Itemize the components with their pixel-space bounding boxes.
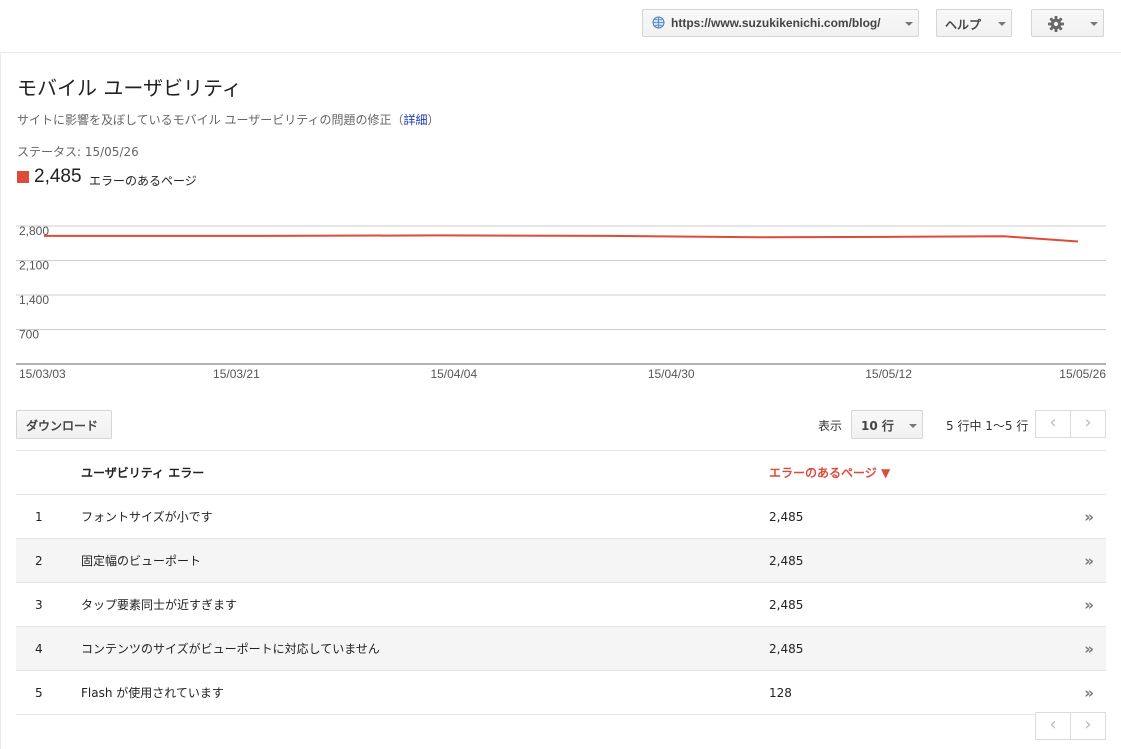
- rows-per-page-value: 10 行: [861, 419, 894, 433]
- x-tick-label: 15/04/04: [430, 367, 477, 381]
- x-tick-label: 15/03/21: [213, 367, 260, 381]
- chevron-right-icon: ›: [1084, 412, 1092, 433]
- x-tick-label: 15/04/30: [648, 367, 695, 381]
- table-row[interactable]: 2 固定幅のビューポート 2,485»: [16, 538, 1106, 583]
- row-pages-count: 128: [768, 670, 1053, 715]
- error-pages-chart: 2,8002,1001,40070015/03/03 15/03/21 15/04/…: [16, 224, 1106, 381]
- next-page-button[interactable]: ›: [1070, 410, 1106, 438]
- col-error-header[interactable]: ユーザビリティ エラー: [80, 450, 768, 495]
- download-button[interactable]: ダウンロード: [16, 410, 112, 439]
- chevron-right-icon: ›: [1084, 714, 1092, 735]
- row-error-name[interactable]: コンテンツのサイズがビューポートに対応していません: [80, 626, 768, 671]
- row-index: 1: [16, 494, 80, 539]
- row-index: 3: [16, 582, 80, 627]
- row-pages-count: 2,485: [768, 582, 1053, 627]
- row-open-chevron-icon[interactable]: »: [1053, 538, 1106, 583]
- col-action-header: [1053, 450, 1106, 495]
- row-pages-count: 2,485: [768, 494, 1053, 539]
- prev-page-button[interactable]: ‹: [1035, 410, 1071, 438]
- y-tick-label: 2,100: [19, 259, 49, 273]
- row-index: 5: [16, 670, 80, 715]
- chevron-left-icon: ‹: [1049, 412, 1057, 433]
- x-tick-label: 15/05/12: [865, 367, 912, 381]
- row-pages-count: 2,485: [768, 626, 1053, 671]
- series-line: [44, 234, 1079, 243]
- chevron-left-icon: ‹: [1049, 714, 1057, 735]
- table-row[interactable]: 5 Flash が使用されています 128»: [16, 670, 1106, 715]
- row-open-chevron-icon[interactable]: »: [1053, 494, 1106, 539]
- x-tick-label: 15/03/03: [19, 367, 66, 381]
- table-row[interactable]: 1 フォントサイズが小です 2,485»: [16, 494, 1106, 539]
- next-page-button-bottom[interactable]: ›: [1070, 712, 1106, 740]
- rows-per-page-select[interactable]: 10 行: [851, 410, 923, 439]
- row-error-name[interactable]: フォントサイズが小です: [80, 494, 768, 539]
- table-row[interactable]: 3 タップ要素同士が近すぎます 2,485»: [16, 582, 1106, 627]
- row-index: 2: [16, 538, 80, 583]
- col-pages-header[interactable]: エラーのあるページ ▼: [768, 450, 1053, 495]
- row-error-name[interactable]: 固定幅のビューポート: [80, 538, 768, 583]
- col-index-header: [16, 450, 80, 495]
- pagination-range: 5 行中 1〜5 行: [946, 419, 1029, 433]
- y-tick-label: 1,400: [19, 293, 49, 307]
- table-row[interactable]: 4 コンテンツのサイズがビューポートに対応していません 2,485»: [16, 626, 1106, 671]
- row-error-name[interactable]: Flash が使用されています: [80, 670, 768, 715]
- download-label: ダウンロード: [26, 419, 99, 433]
- prev-page-button-bottom[interactable]: ‹: [1035, 712, 1071, 740]
- y-tick-label: 700: [19, 328, 39, 342]
- row-pages-count: 2,485: [768, 538, 1053, 583]
- row-error-name[interactable]: タップ要素同士が近すぎます: [80, 582, 768, 627]
- row-index: 4: [16, 626, 80, 671]
- row-open-chevron-icon[interactable]: »: [1053, 626, 1106, 671]
- x-tick-label: 15/05/26: [1059, 367, 1106, 381]
- row-open-chevron-icon[interactable]: »: [1053, 670, 1106, 715]
- row-open-chevron-icon[interactable]: »: [1053, 582, 1106, 627]
- rows-shown-label: 表示: [818, 419, 843, 433]
- errors-table: ユーザビリティ エラー エラーのあるページ ▼ 1 フォントサイズが小です 2,48…: [16, 450, 1106, 715]
- table-header-row: ユーザビリティ エラー エラーのあるページ ▼: [16, 450, 1106, 495]
- chevron-down-icon: [909, 424, 917, 428]
